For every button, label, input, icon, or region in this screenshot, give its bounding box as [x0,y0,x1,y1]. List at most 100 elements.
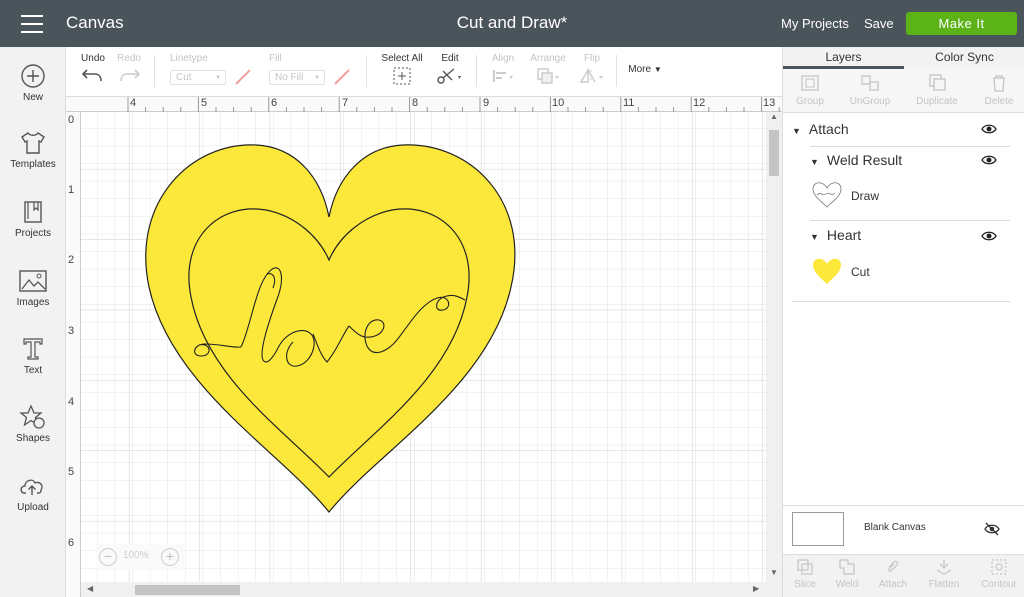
group-icon [801,75,819,91]
sidebar-item-templates[interactable]: Templates [0,130,66,170]
collapse-arrow-icon[interactable]: ▼ [792,126,801,136]
sidebar-item-upload[interactable]: Upload [0,473,66,513]
fill-label: Fill [269,53,282,64]
fill-control[interactable]: Fill No Fill [269,53,359,86]
weld-button[interactable]: Weld [823,558,871,590]
scissors-pen-icon [437,68,461,84]
blank-canvas-label: Blank Canvas [864,522,926,533]
scroll-down-arrow-icon[interactable]: ▼ [770,568,778,577]
eye-hidden-icon[interactable] [983,522,1001,536]
arrange-button[interactable]: Arrange [526,53,570,89]
sidebar-item-text[interactable]: Text [0,336,66,376]
align-label: Align [491,53,515,64]
text-t-icon [23,338,43,360]
linetype-color-swatch-icon [235,69,251,85]
eye-icon[interactable] [981,154,997,166]
flip-button[interactable]: Flip [576,53,608,89]
select-all-button[interactable]: Select All [380,53,424,89]
scroll-up-arrow-icon[interactable]: ▲ [770,112,778,121]
cut-layer-label: Cut [851,265,870,279]
cut-layer-thumbnail[interactable] [811,256,843,286]
left-sidebar: New Templates Projects Images Text Shape… [0,47,66,597]
attach-button[interactable]: Attach [869,558,917,590]
ruler-y-label: 2 [68,254,75,266]
flatten-label: Flatten [928,579,960,590]
save-button[interactable]: Save [864,16,894,31]
delete-label: Delete [984,96,1014,107]
ruler-x-label: 5 [201,97,208,109]
layer-heart[interactable]: ▼ Heart [810,227,861,243]
redo-button[interactable]: Redo [114,53,144,87]
layer-group-attach[interactable]: ▼ Attach [792,121,849,137]
layer-tools: Group UnGroup Duplicate Delete [783,69,1024,113]
sidebar-item-new[interactable]: New [0,63,66,103]
cloud-upload-icon [20,479,43,495]
slice-label: Slice [794,579,816,590]
sidebar-item-label: Templates [10,159,56,170]
ruler-y-label: 3 [68,325,75,337]
horizontal-scroll-thumb[interactable] [135,585,240,595]
duplicate-button[interactable]: Duplicate [907,73,967,107]
menu-icon[interactable] [21,15,43,33]
layer-name: Weld Result [826,152,903,168]
attach-label: Attach [878,579,908,590]
app-title: Canvas [66,13,124,32]
trash-icon [993,75,1005,92]
arrange-label: Arrange [530,53,566,64]
linetype-control[interactable]: Linetype Cut [170,53,260,86]
collapse-arrow-icon[interactable]: ▼ [810,232,819,242]
delete-button[interactable]: Delete [969,73,1024,107]
more-button[interactable]: More ▼ [624,64,666,75]
draw-layer-label: Draw [851,189,880,203]
ruler-y-label: 4 [68,396,75,408]
scroll-right-arrow-icon[interactable]: ▶ [753,584,759,593]
horizontal-scrollbar[interactable]: ◀ ▶ [81,582,782,597]
sidebar-item-images[interactable]: Images [0,268,66,308]
vertical-ruler: 0 1 2 3 4 5 6 [66,112,81,597]
sidebar-item-label: New [22,92,43,103]
document-title: Cut and Draw* [456,13,568,32]
slice-button[interactable]: Slice [781,558,829,590]
paperclip-icon [888,560,899,572]
zoom-in-button[interactable]: + [161,548,179,566]
tab-color-sync[interactable]: Color Sync [904,47,1024,69]
fill-select[interactable]: No Fill [269,69,325,85]
vertical-scrollbar[interactable]: ▲ ▼ [766,112,782,582]
design-canvas[interactable]: 4 5 6 7 8 9 10 11 12 13 0 1 2 3 4 5 6 ▲ … [66,97,782,597]
edit-button[interactable]: Edit [434,53,466,89]
sidebar-item-label: Projects [14,228,52,239]
linetype-select[interactable]: Cut [170,69,226,85]
layer-weld-result[interactable]: ▼ Weld Result [810,152,902,168]
align-button[interactable]: Align [488,53,518,89]
plus-circle-icon [21,64,45,88]
zoom-out-button[interactable]: − [99,548,117,566]
vertical-scroll-thumb[interactable] [769,130,779,176]
contour-icon [991,559,1007,575]
sidebar-item-label: Shapes [16,433,50,444]
flatten-button[interactable]: Flatten [920,558,968,590]
scroll-left-arrow-icon[interactable]: ◀ [87,584,93,593]
linetype-label: Linetype [170,53,208,64]
undo-button[interactable]: Undo [78,53,108,87]
undo-label: Undo [81,53,105,64]
ruler-x-label: 11 [623,97,635,109]
eye-icon[interactable] [981,123,997,135]
ruler-y-label: 6 [68,537,75,549]
ruler-x-label: 10 [552,97,565,109]
contour-button[interactable]: Contour [975,558,1023,590]
fill-color-swatch-icon [334,69,350,85]
horizontal-ruler: 4 5 6 7 8 9 10 11 12 13 [66,97,782,112]
my-projects-link[interactable]: My Projects [781,16,849,31]
ruler-y-label: 1 [68,184,75,196]
eye-icon[interactable] [981,230,997,242]
tab-layers[interactable]: Layers [783,47,904,69]
make-it-button[interactable]: Make It [906,12,1017,35]
draw-layer-thumbnail[interactable] [811,181,843,209]
ungroup-button[interactable]: UnGroup [840,73,900,107]
blank-canvas-swatch[interactable] [792,512,844,546]
group-button[interactable]: Group [780,73,840,107]
sidebar-item-label: Images [16,297,50,308]
sidebar-item-projects[interactable]: Projects [0,199,66,239]
sidebar-item-shapes[interactable]: Shapes [0,404,66,444]
collapse-arrow-icon[interactable]: ▼ [810,157,819,167]
